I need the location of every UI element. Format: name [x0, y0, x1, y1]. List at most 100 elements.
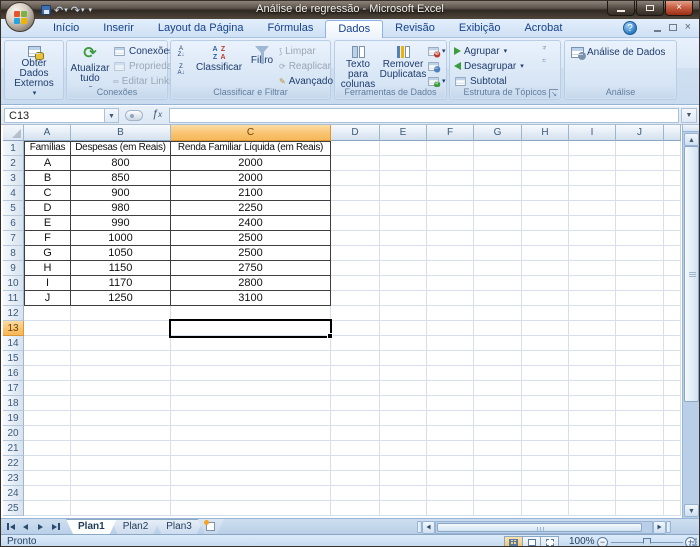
cell-E11[interactable]	[380, 291, 427, 306]
row-header-22[interactable]: 22	[3, 456, 24, 471]
cell-E10[interactable]	[380, 276, 427, 291]
cell-C16[interactable]	[171, 366, 331, 381]
cell-H2[interactable]	[522, 156, 569, 171]
cell-J17[interactable]	[616, 381, 664, 396]
cell-H3[interactable]	[522, 171, 569, 186]
name-box-dropdown-icon[interactable]: ▼	[105, 108, 119, 123]
vertical-scrollbar[interactable]: ▲ ▼	[682, 125, 699, 518]
cell-H21[interactable]	[522, 441, 569, 456]
column-header-C[interactable]: C	[171, 125, 331, 141]
resize-grip[interactable]	[689, 538, 697, 546]
row-header-2[interactable]: 2	[3, 156, 24, 171]
cell-I3[interactable]	[569, 171, 616, 186]
cell-H9[interactable]	[522, 261, 569, 276]
cell-A1[interactable]: Famílias	[24, 141, 71, 156]
cell-C24[interactable]	[171, 486, 331, 501]
cell-K7[interactable]	[664, 231, 681, 246]
dialog-launcher-icon[interactable]: ↘	[549, 89, 558, 98]
cell-I25[interactable]	[569, 501, 616, 516]
minimize-button[interactable]	[607, 1, 635, 16]
cell-K21[interactable]	[664, 441, 681, 456]
cell-D22[interactable]	[331, 456, 380, 471]
analise-de-dados-button[interactable]: Análise de Dados	[571, 45, 675, 59]
cell-I13[interactable]	[569, 321, 616, 336]
cell-E24[interactable]	[380, 486, 427, 501]
cell-A19[interactable]	[24, 411, 71, 426]
sort-az-button[interactable]: AZ↓	[174, 46, 188, 60]
cell-G13[interactable]	[474, 321, 522, 336]
cell-D8[interactable]	[331, 246, 380, 261]
cell-F14[interactable]	[427, 336, 474, 351]
cell-K23[interactable]	[664, 471, 681, 486]
cell-D15[interactable]	[331, 351, 380, 366]
column-header-B[interactable]: B	[71, 125, 171, 141]
select-all-corner[interactable]	[3, 125, 24, 141]
cell-C3[interactable]: 2000	[171, 171, 331, 186]
cell-B8[interactable]: 1050	[71, 246, 171, 261]
cell-K4[interactable]	[664, 186, 681, 201]
cell-F6[interactable]	[427, 216, 474, 231]
column-header-G[interactable]: G	[474, 125, 522, 141]
cell-B20[interactable]	[71, 426, 171, 441]
row-header-9[interactable]: 9	[3, 261, 24, 276]
conexoes-button[interactable]: Conexões	[113, 44, 168, 58]
cell-H24[interactable]	[522, 486, 569, 501]
cell-H14[interactable]	[522, 336, 569, 351]
cell-I20[interactable]	[569, 426, 616, 441]
cell-I16[interactable]	[569, 366, 616, 381]
teste-hipoteses-button[interactable]: ?▾	[427, 74, 447, 88]
cell-K1[interactable]	[664, 141, 681, 156]
scroll-down-icon[interactable]: ▼	[684, 504, 699, 517]
cell-A25[interactable]	[24, 501, 71, 516]
cell-J25[interactable]	[616, 501, 664, 516]
cell-H1[interactable]	[522, 141, 569, 156]
cell-G8[interactable]	[474, 246, 522, 261]
cell-E17[interactable]	[380, 381, 427, 396]
cell-G14[interactable]	[474, 336, 522, 351]
cell-H15[interactable]	[522, 351, 569, 366]
cell-G19[interactable]	[474, 411, 522, 426]
cell-J18[interactable]	[616, 396, 664, 411]
cell-G10[interactable]	[474, 276, 522, 291]
row-header-7[interactable]: 7	[3, 231, 24, 246]
cell-D4[interactable]	[331, 186, 380, 201]
cell-J13[interactable]	[616, 321, 664, 336]
cell-F18[interactable]	[427, 396, 474, 411]
cell-J6[interactable]	[616, 216, 664, 231]
cell-J7[interactable]	[616, 231, 664, 246]
cell-H5[interactable]	[522, 201, 569, 216]
cell-G17[interactable]	[474, 381, 522, 396]
cell-C7[interactable]: 2500	[171, 231, 331, 246]
maximize-button[interactable]	[636, 1, 664, 16]
cell-B6[interactable]: 990	[71, 216, 171, 231]
cell-J21[interactable]	[616, 441, 664, 456]
cell-I1[interactable]	[569, 141, 616, 156]
cell-H20[interactable]	[522, 426, 569, 441]
workbook-minimize-icon[interactable]	[654, 30, 661, 32]
cell-H17[interactable]	[522, 381, 569, 396]
tab-inicio[interactable]: Início	[41, 20, 91, 38]
cell-I17[interactable]	[569, 381, 616, 396]
cell-J2[interactable]	[616, 156, 664, 171]
row-header-23[interactable]: 23	[3, 471, 24, 486]
cell-C10[interactable]: 2800	[171, 276, 331, 291]
cell-B19[interactable]	[71, 411, 171, 426]
insert-function-button[interactable]: ƒx	[148, 108, 166, 123]
cell-A12[interactable]	[24, 306, 71, 321]
row-header-19[interactable]: 19	[3, 411, 24, 426]
cell-F17[interactable]	[427, 381, 474, 396]
cell-I10[interactable]	[569, 276, 616, 291]
cell-H19[interactable]	[522, 411, 569, 426]
cell-C19[interactable]	[171, 411, 331, 426]
cell-D1[interactable]	[331, 141, 380, 156]
cell-D24[interactable]	[331, 486, 380, 501]
name-box[interactable]: C13	[4, 108, 105, 123]
row-header-15[interactable]: 15	[3, 351, 24, 366]
cell-J14[interactable]	[616, 336, 664, 351]
cell-A6[interactable]: E	[24, 216, 71, 231]
cell-D25[interactable]	[331, 501, 380, 516]
row-header-11[interactable]: 11	[3, 291, 24, 306]
cell-K18[interactable]	[664, 396, 681, 411]
cell-I24[interactable]	[569, 486, 616, 501]
horizontal-scroll-thumb[interactable]	[437, 523, 642, 532]
